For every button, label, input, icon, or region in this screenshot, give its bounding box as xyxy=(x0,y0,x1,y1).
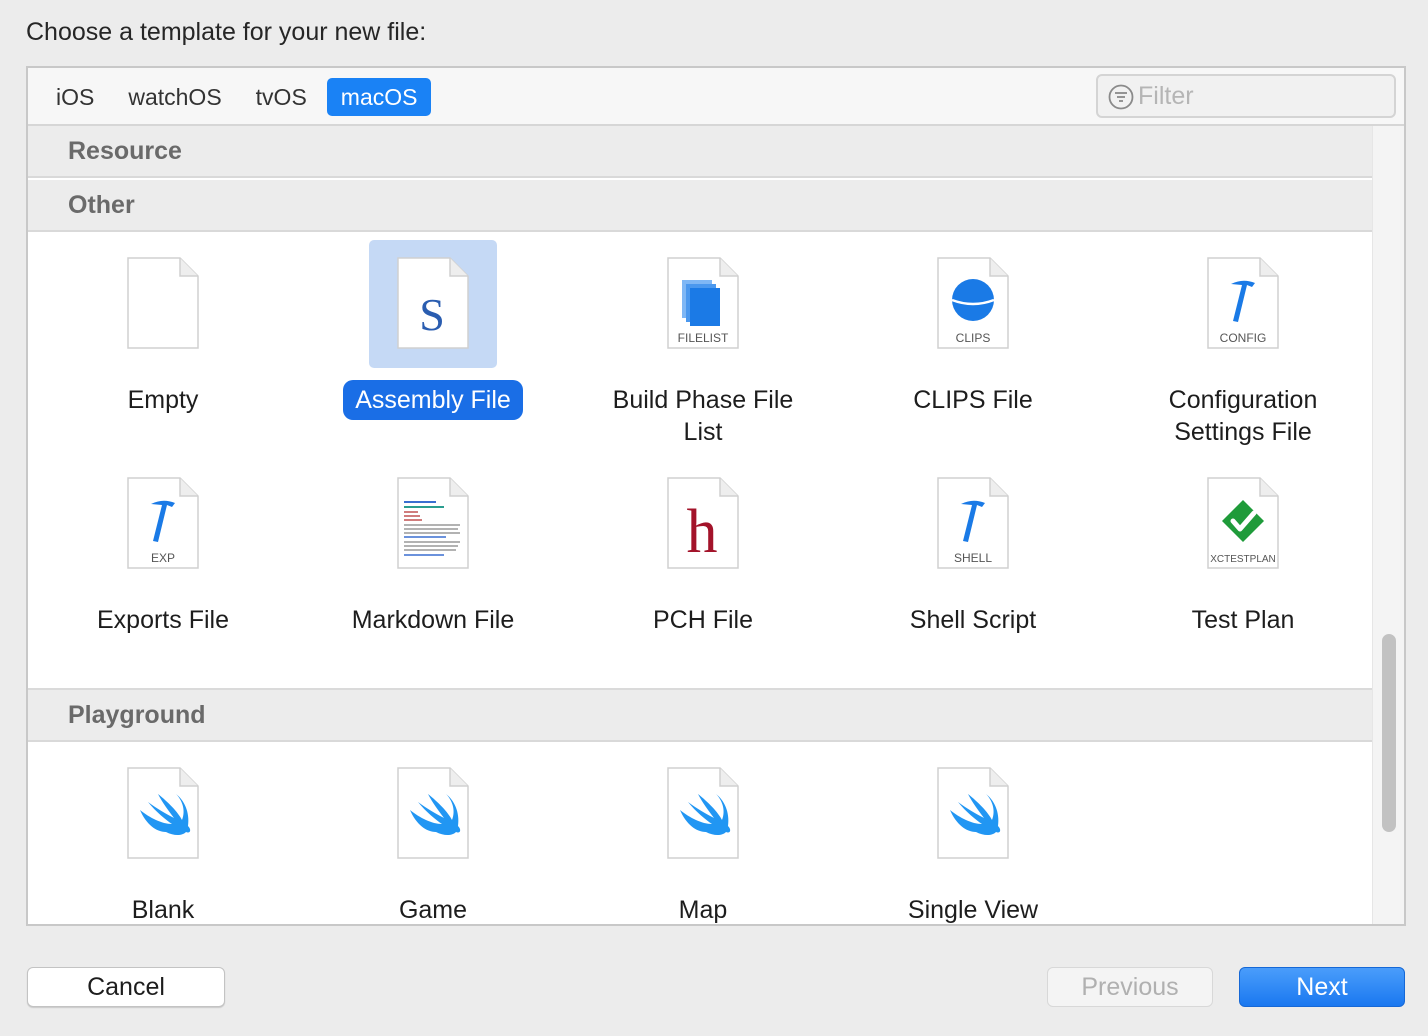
cancel-button[interactable]: Cancel xyxy=(27,967,225,1007)
pch-badge: h xyxy=(687,498,718,566)
filelist-icon: FILELIST xyxy=(667,257,739,349)
template-label: Blank xyxy=(131,896,195,924)
exports-badge: EXP xyxy=(151,551,175,565)
template-label: CLIPS File xyxy=(913,386,1033,414)
template-label: Game xyxy=(398,896,468,924)
section-header-resource: Resource xyxy=(28,126,1374,178)
tab-macos[interactable]: macOS xyxy=(326,78,432,116)
filter-icon xyxy=(1108,84,1134,110)
template-label: Single View xyxy=(907,896,1039,924)
pch-file-icon: h xyxy=(667,477,739,569)
template-label: Configuration Settings File xyxy=(1168,386,1318,446)
template-empty[interactable]: Empty xyxy=(28,240,298,420)
template-label: Shell Script xyxy=(909,606,1037,634)
assembly-badge: S xyxy=(419,289,445,340)
template-exports-file[interactable]: EXP Exports File xyxy=(28,460,298,640)
template-label: PCH File xyxy=(652,606,753,634)
template-panel: iOS watchOS tvOS macOS Resource Other xyxy=(26,66,1406,926)
previous-button[interactable]: Previous xyxy=(1047,967,1213,1007)
tab-ios[interactable]: iOS xyxy=(42,78,108,116)
template-label: Map xyxy=(678,896,728,924)
tab-watchos[interactable]: watchOS xyxy=(114,78,235,116)
clips-badge: CLIPS xyxy=(956,331,991,345)
markdown-file-icon xyxy=(397,477,469,569)
swift-file-icon xyxy=(397,767,469,859)
template-label: Markdown File xyxy=(351,606,515,634)
platform-toolbar: iOS watchOS tvOS macOS xyxy=(28,68,1404,126)
dialog-prompt: Choose a template for your new file: xyxy=(26,18,427,46)
filter-input[interactable] xyxy=(1138,80,1383,112)
template-label: Test Plan xyxy=(1191,606,1295,634)
swift-file-icon xyxy=(127,767,199,859)
template-assembly-file[interactable]: S Assembly File xyxy=(298,240,568,420)
template-label: Build Phase File List xyxy=(612,386,794,446)
next-button[interactable]: Next xyxy=(1239,967,1405,1007)
testplan-badge: XCTESTPLAN xyxy=(1210,554,1276,565)
assembly-file-icon: S xyxy=(397,257,469,349)
template-playground-blank[interactable]: Blank xyxy=(28,750,298,924)
template-list[interactable]: Resource Other Empty S Assembly File FIL… xyxy=(28,126,1374,924)
shell-badge: SHELL xyxy=(954,551,992,565)
shell-script-icon: SHELL xyxy=(937,477,1009,569)
swift-file-icon xyxy=(937,767,1009,859)
template-test-plan[interactable]: XCTESTPLAN Test Plan xyxy=(1108,460,1374,640)
test-plan-icon: XCTESTPLAN xyxy=(1207,477,1279,569)
template-configuration-settings-file[interactable]: CONFIG Configuration Settings File xyxy=(1108,240,1374,452)
section-header-other: Other xyxy=(28,180,1374,232)
swift-file-icon xyxy=(667,767,739,859)
template-label: Assembly File xyxy=(343,380,523,420)
scrollbar-thumb[interactable] xyxy=(1382,634,1396,832)
template-pch-file[interactable]: h PCH File xyxy=(568,460,838,640)
template-label: Exports File xyxy=(97,606,229,634)
template-playground-game[interactable]: Game xyxy=(298,750,568,924)
template-label: Empty xyxy=(127,386,199,414)
tab-tvos[interactable]: tvOS xyxy=(242,78,321,116)
section-header-playground: Playground xyxy=(28,690,1374,742)
filter-field[interactable] xyxy=(1096,74,1396,118)
exports-file-icon: EXP xyxy=(127,477,199,569)
template-build-phase-file-list[interactable]: FILELIST Build Phase File List xyxy=(568,240,838,452)
platform-tabs: iOS watchOS tvOS macOS xyxy=(42,78,432,116)
vertical-scrollbar[interactable] xyxy=(1372,126,1404,924)
template-shell-script[interactable]: SHELL Shell Script xyxy=(838,460,1108,640)
config-badge: CONFIG xyxy=(1220,331,1267,345)
template-markdown-file[interactable]: Markdown File xyxy=(298,460,568,640)
template-playground-map[interactable]: Map xyxy=(568,750,838,924)
clips-file-icon: CLIPS xyxy=(937,257,1009,349)
template-clips-file[interactable]: CLIPS CLIPS File xyxy=(838,240,1108,420)
filelist-badge: FILELIST xyxy=(678,331,729,345)
config-file-icon: CONFIG xyxy=(1207,257,1279,349)
template-playground-single-view[interactable]: Single View xyxy=(838,750,1108,924)
empty-file-icon xyxy=(127,257,199,349)
